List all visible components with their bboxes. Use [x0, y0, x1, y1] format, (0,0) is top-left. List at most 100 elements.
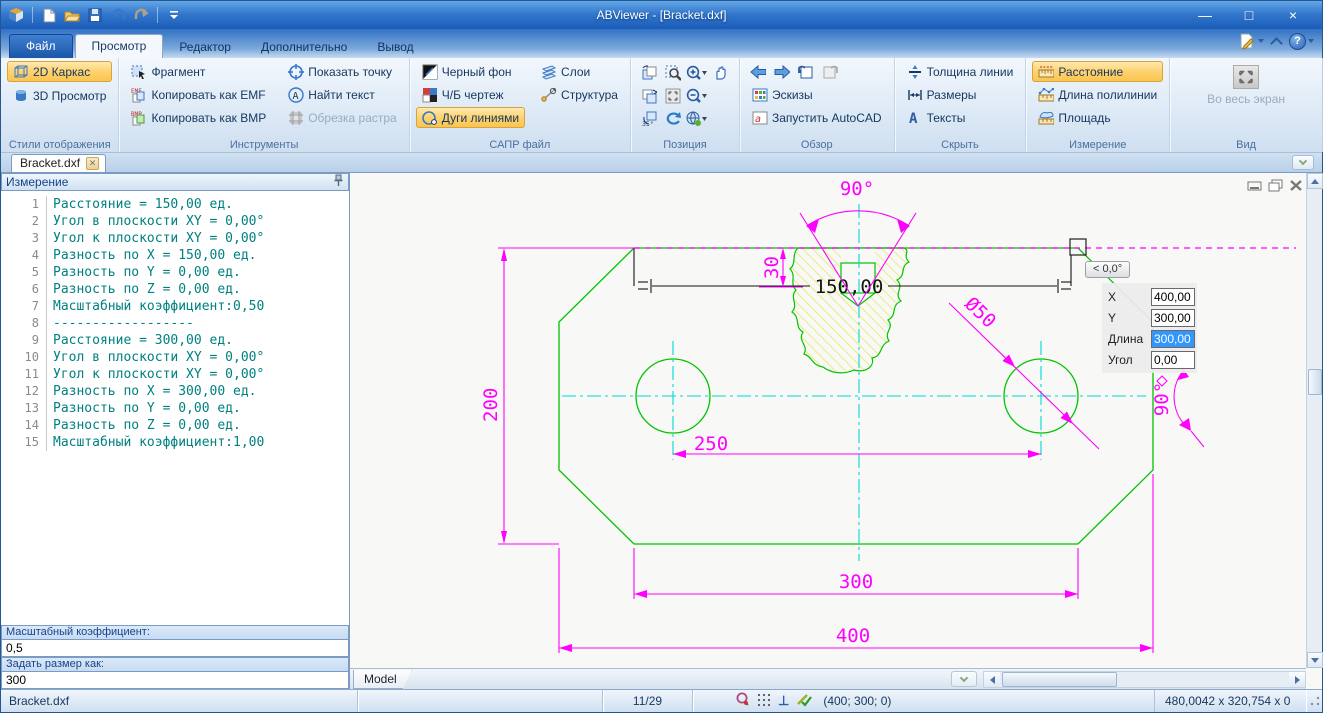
tab-close-icon[interactable]: ✕ [86, 157, 99, 170]
dim-300-label: 300 [839, 571, 873, 593]
coord-angle-input[interactable]: 0,00 [1151, 351, 1195, 369]
btn-layers[interactable]: Слои [535, 61, 624, 82]
measure-line: 8------------------ [1, 315, 349, 332]
tab-list-dropdown-button[interactable] [1292, 155, 1314, 170]
horizontal-scroll-thumb[interactable] [1002, 672, 1117, 687]
btn-show-point[interactable]: Показать точку [282, 61, 403, 82]
tab-advanced[interactable]: Дополнительно [247, 36, 361, 58]
collapse-ribbon-icon[interactable] [1270, 37, 1283, 50]
tab-output[interactable]: Вывод [363, 36, 427, 58]
refresh-icon[interactable] [665, 111, 681, 127]
forward-arrow-icon[interactable] [774, 64, 790, 80]
undo-view-icon[interactable] [798, 64, 814, 80]
scroll-left-button[interactable] [984, 672, 1000, 687]
btn-hide-lineweight[interactable]: Толщина линии [901, 61, 1020, 82]
scroll-up-button[interactable] [1307, 173, 1323, 189]
btn-find-text[interactable]: A Найти текст [282, 84, 403, 105]
edit-mode-icon[interactable] [1238, 32, 1264, 50]
ortho-mode-icon[interactable]: ⊥ [778, 693, 789, 709]
pin-icon[interactable] [333, 174, 344, 190]
tab-file[interactable]: Файл [9, 34, 73, 58]
close-button[interactable]: × [1278, 2, 1308, 28]
rotate-angle-icon[interactable]: 35° [641, 111, 657, 127]
scale-factor-input[interactable]: 0,5 [1, 639, 349, 657]
document-tab-strip: Bracket.dxf ✕ [1, 153, 1322, 173]
zoom-world-icon[interactable] [686, 111, 708, 127]
measure-line: 5Разность по Y = 0,00 ед. [1, 264, 349, 281]
mdi-close-icon[interactable] [1289, 179, 1303, 195]
coord-row-angle: Угол 0,00 [1108, 349, 1195, 370]
help-button[interactable]: ? [1289, 33, 1314, 50]
measure-line: 10Угол в плоскости XY = 0,00° [1, 349, 349, 366]
btn-copy-as-bmp[interactable]: BMP Копировать как BMP [125, 107, 272, 128]
coord-x-input[interactable]: 400,00 [1151, 288, 1195, 306]
redo-view-icon[interactable] [822, 64, 838, 80]
cursor-pickbox [1070, 239, 1086, 255]
copy-position-icon[interactable] [641, 88, 657, 104]
ribbon-tab-bar: Файл Просмотр Редактор Дополнительно Выв… [1, 29, 1322, 58]
btn-thumbnails[interactable]: Эскизы [746, 84, 888, 105]
set-size-input[interactable]: 300 [1, 671, 349, 689]
zoom-out-icon[interactable] [686, 88, 708, 104]
measure-line: 14Разность по Z = 0,00 ед. [1, 417, 349, 434]
btn-3d-view[interactable]: 3D Просмотр [7, 85, 112, 106]
wireframe-icon [13, 64, 29, 80]
measure-results-list[interactable]: 1Расстояние = 150,00 ед. 2Угол в плоскос… [1, 191, 349, 625]
resize-grip[interactable] [1310, 696, 1320, 706]
mdi-minimize-icon[interactable] [1247, 179, 1262, 195]
btn-copy-as-emf[interactable]: EMF Копировать как EMF [125, 84, 272, 105]
snap-grid-icon[interactable] [757, 693, 771, 710]
group-tools: Фрагмент EMF Копировать как EMF BMP Копи… [119, 58, 409, 152]
btn-area[interactable]: Площадь [1032, 107, 1163, 128]
fullscreen-icon [1233, 65, 1259, 89]
btn-fullscreen[interactable]: Во весь экран [1176, 61, 1316, 110]
vertical-scroll-thumb[interactable] [1308, 369, 1322, 395]
back-arrow-icon[interactable] [750, 64, 766, 80]
btn-structure[interactable]: Структура [535, 84, 624, 105]
black-background-icon [422, 64, 438, 80]
cad-canvas[interactable]: 150,00 [350, 173, 1309, 670]
svg-text:a: a [755, 114, 761, 125]
btn-hide-texts[interactable]: A Тексты [901, 107, 1020, 128]
rotate-pages-icon[interactable] [641, 65, 657, 81]
scroll-right-button[interactable] [1289, 672, 1305, 687]
maximize-button[interactable]: □ [1234, 2, 1264, 28]
btn-hide-dimensions[interactable]: Размеры [901, 84, 1020, 105]
btn-2d-wireframe[interactable]: 2D Каркас [7, 61, 112, 82]
btn-polyline-length[interactable]: Длина полилинии [1032, 84, 1163, 105]
vertical-scrollbar[interactable] [1306, 173, 1322, 668]
dimensions-icon [907, 87, 923, 103]
arc-lines-icon [422, 110, 438, 126]
zoom-in-icon[interactable] [686, 65, 708, 81]
btn-black-background[interactable]: Черный фон [416, 61, 525, 82]
status-drawing-extents: 480,0042 x 320,754 x 0 [1154, 690, 1306, 712]
tab-view[interactable]: Просмотр [75, 34, 164, 58]
tab-editor[interactable]: Редактор [165, 36, 245, 58]
coord-length-input[interactable]: 300,00 [1151, 330, 1195, 348]
btn-arcs-as-lines[interactable]: Дуги линиями [416, 107, 525, 128]
coord-y-input[interactable]: 300,00 [1151, 309, 1195, 327]
status-bar: Bracket.dxf 11/29 ⊥ (400; 300; 0) 480,00… [1, 689, 1322, 712]
scroll-down-button[interactable] [1307, 652, 1323, 668]
pan-hand-icon[interactable] [713, 65, 729, 81]
dim-dia50-label: Ø50 [960, 293, 1000, 333]
find-position-icon[interactable] [735, 692, 750, 710]
layout-list-button[interactable] [951, 671, 977, 687]
btn-crop-raster[interactable]: Обрезка растра [282, 107, 403, 128]
group-cad-file: Черный фон Ч/Б чертеж Дуги линиями Слои [410, 58, 631, 152]
btn-bw-drawing[interactable]: Ч/Б чертеж [416, 84, 525, 105]
autocad-icon: a [752, 110, 768, 126]
model-tab[interactable]: Model [353, 670, 412, 689]
document-tab-bracket[interactable]: Bracket.dxf ✕ [11, 154, 106, 172]
measure-panel-title: Измерение [6, 175, 333, 189]
zoom-window-icon[interactable] [665, 65, 681, 81]
fit-to-window-icon[interactable] [665, 88, 681, 104]
btn-fragment[interactable]: Фрагмент [125, 61, 272, 82]
btn-launch-autocad[interactable]: a Запустить AutoCAD [746, 107, 888, 128]
horizontal-scrollbar[interactable] [983, 671, 1306, 688]
btn-distance[interactable]: Расстояние [1032, 61, 1163, 82]
draw-check-icon[interactable] [796, 693, 812, 710]
mdi-restore-icon[interactable] [1268, 179, 1283, 195]
minimize-button[interactable]: — [1190, 2, 1220, 28]
layers-icon [541, 64, 557, 80]
